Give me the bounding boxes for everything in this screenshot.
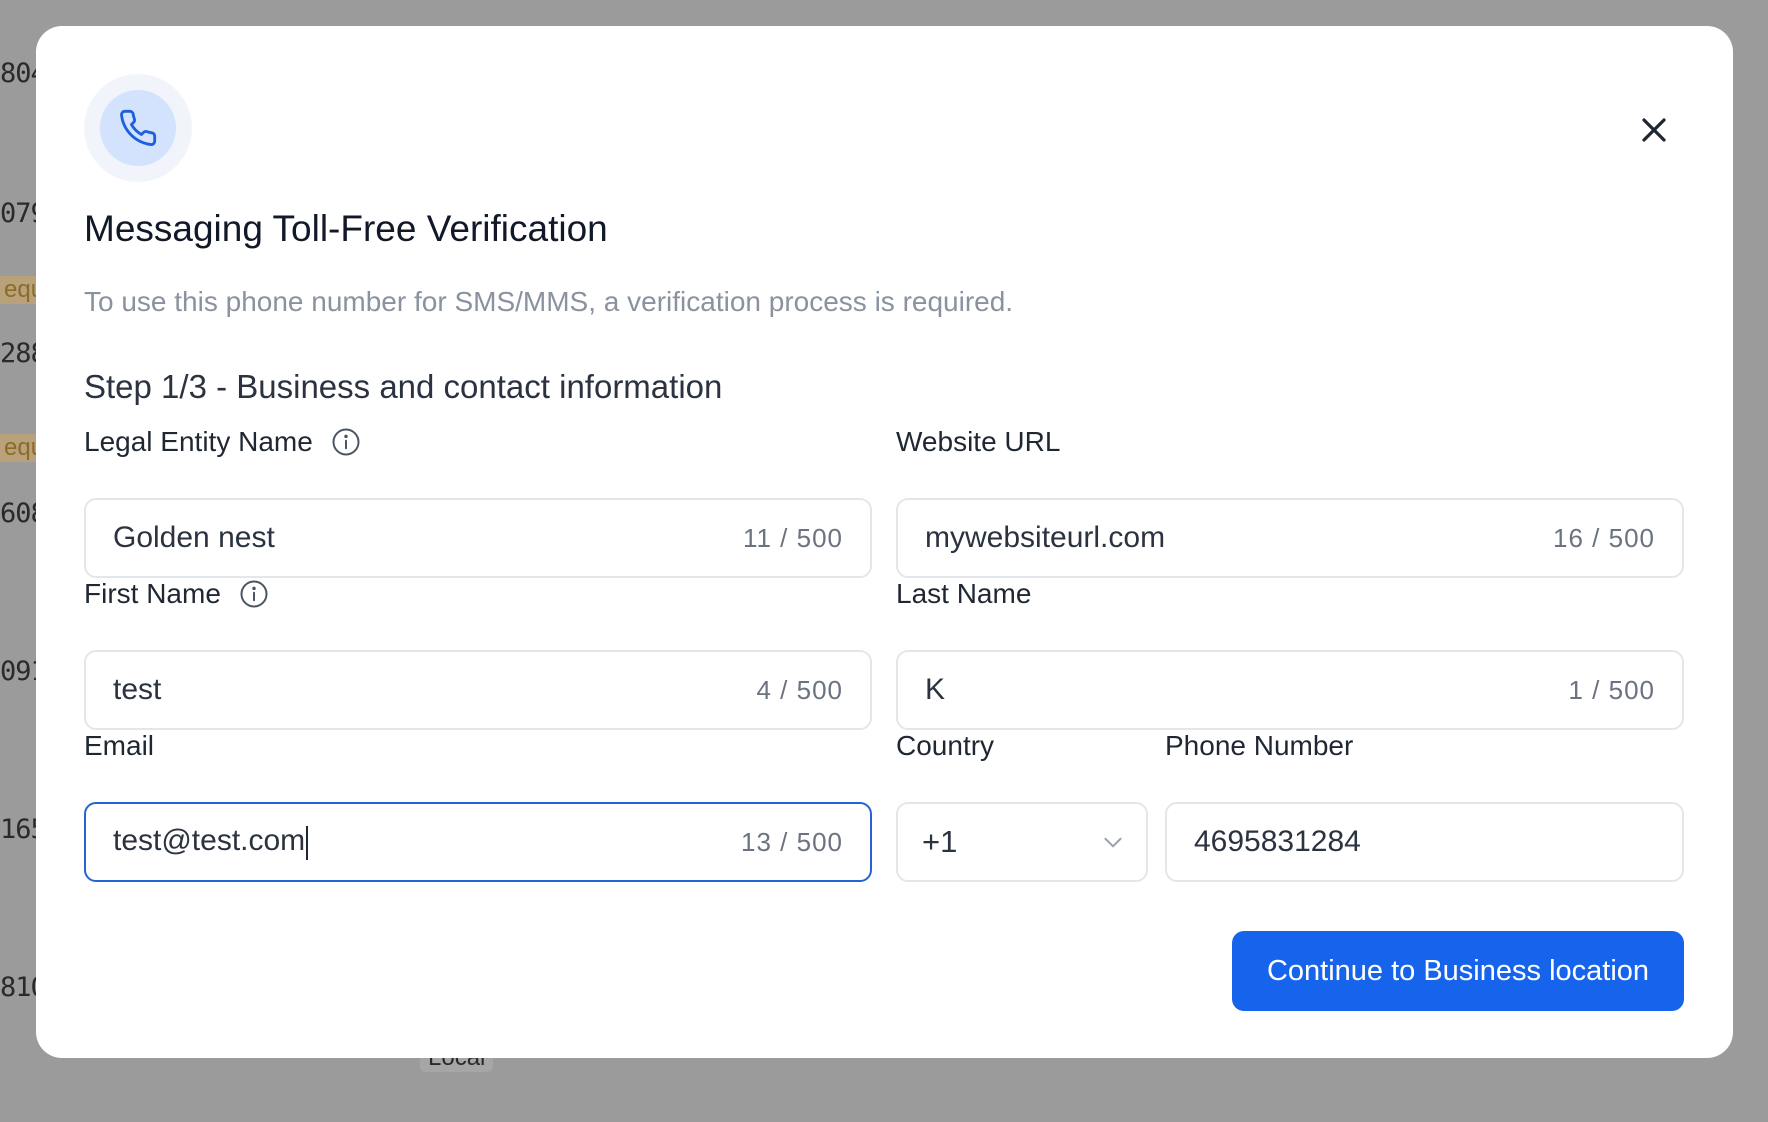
website-url-value: mywebsiteurl.com bbox=[925, 521, 1166, 554]
country-label: Country bbox=[896, 730, 994, 762]
legal-entity-name-input[interactable]: Golden nest 11 / 500 bbox=[84, 498, 872, 578]
phone-number-input[interactable]: 4695831284 bbox=[1165, 802, 1684, 882]
legal-entity-name-counter: 11 / 500 bbox=[742, 522, 843, 553]
first-name-counter: 4 / 500 bbox=[756, 674, 843, 705]
first-name-value: test bbox=[113, 673, 162, 706]
verification-modal: Messaging Toll-Free Verification To use … bbox=[36, 26, 1733, 1058]
first-name-label-text: First Name bbox=[84, 578, 221, 609]
phone-number-value: 4695831284 bbox=[1194, 825, 1361, 858]
website-url-label-text: Website URL bbox=[896, 426, 1061, 457]
legal-entity-name-value: Golden nest bbox=[113, 521, 275, 554]
modal-subtitle: To use this phone number for SMS/MMS, a … bbox=[84, 286, 1014, 317]
country-label-text: Country bbox=[896, 730, 995, 761]
website-url-label: Website URL bbox=[896, 426, 1060, 458]
first-name-input[interactable]: test 4 / 500 bbox=[84, 650, 872, 730]
email-counter: 13 / 500 bbox=[741, 826, 843, 857]
phone-number-label-text: Phone Number bbox=[1165, 730, 1354, 761]
step-heading: Step 1/3 - Business and contact informat… bbox=[84, 368, 723, 405]
text-caret bbox=[306, 825, 309, 860]
email-input[interactable]: test@test.com 13 / 500 bbox=[84, 802, 872, 882]
last-name-label-text: Last Name bbox=[896, 578, 1032, 609]
country-select[interactable]: +1 bbox=[896, 802, 1148, 882]
country-value: +1 bbox=[922, 824, 958, 859]
chevron-down-icon bbox=[1104, 837, 1122, 848]
close-button[interactable] bbox=[1632, 108, 1676, 152]
email-value: test@test.com bbox=[113, 824, 306, 858]
last-name-label: Last Name bbox=[896, 578, 1031, 610]
last-name-input[interactable]: K 1 / 500 bbox=[896, 650, 1684, 730]
header-icon-circle bbox=[100, 90, 176, 166]
phone-number-label: Phone Number bbox=[1165, 730, 1353, 762]
legal-entity-name-label: Legal Entity Name bbox=[84, 426, 361, 458]
website-url-counter: 16 / 500 bbox=[1553, 522, 1655, 553]
continue-button[interactable]: Continue to Business location bbox=[1232, 931, 1684, 1011]
header-icon-container bbox=[84, 74, 192, 182]
legal-entity-name-label-text: Legal Entity Name bbox=[84, 426, 313, 457]
email-label-text: Email bbox=[84, 730, 155, 761]
email-value-wrapper: test@test.com bbox=[113, 824, 741, 860]
website-url-input[interactable]: mywebsiteurl.com 16 / 500 bbox=[896, 498, 1684, 578]
first-name-label: First Name bbox=[84, 578, 269, 610]
close-icon bbox=[1642, 118, 1666, 142]
modal-title: Messaging Toll-Free Verification bbox=[84, 208, 608, 249]
last-name-value: K bbox=[925, 673, 946, 706]
phone-icon bbox=[120, 109, 157, 146]
last-name-counter: 1 / 500 bbox=[1568, 674, 1655, 705]
email-label: Email bbox=[84, 730, 154, 762]
info-icon[interactable] bbox=[331, 427, 361, 457]
info-icon[interactable] bbox=[239, 579, 269, 609]
